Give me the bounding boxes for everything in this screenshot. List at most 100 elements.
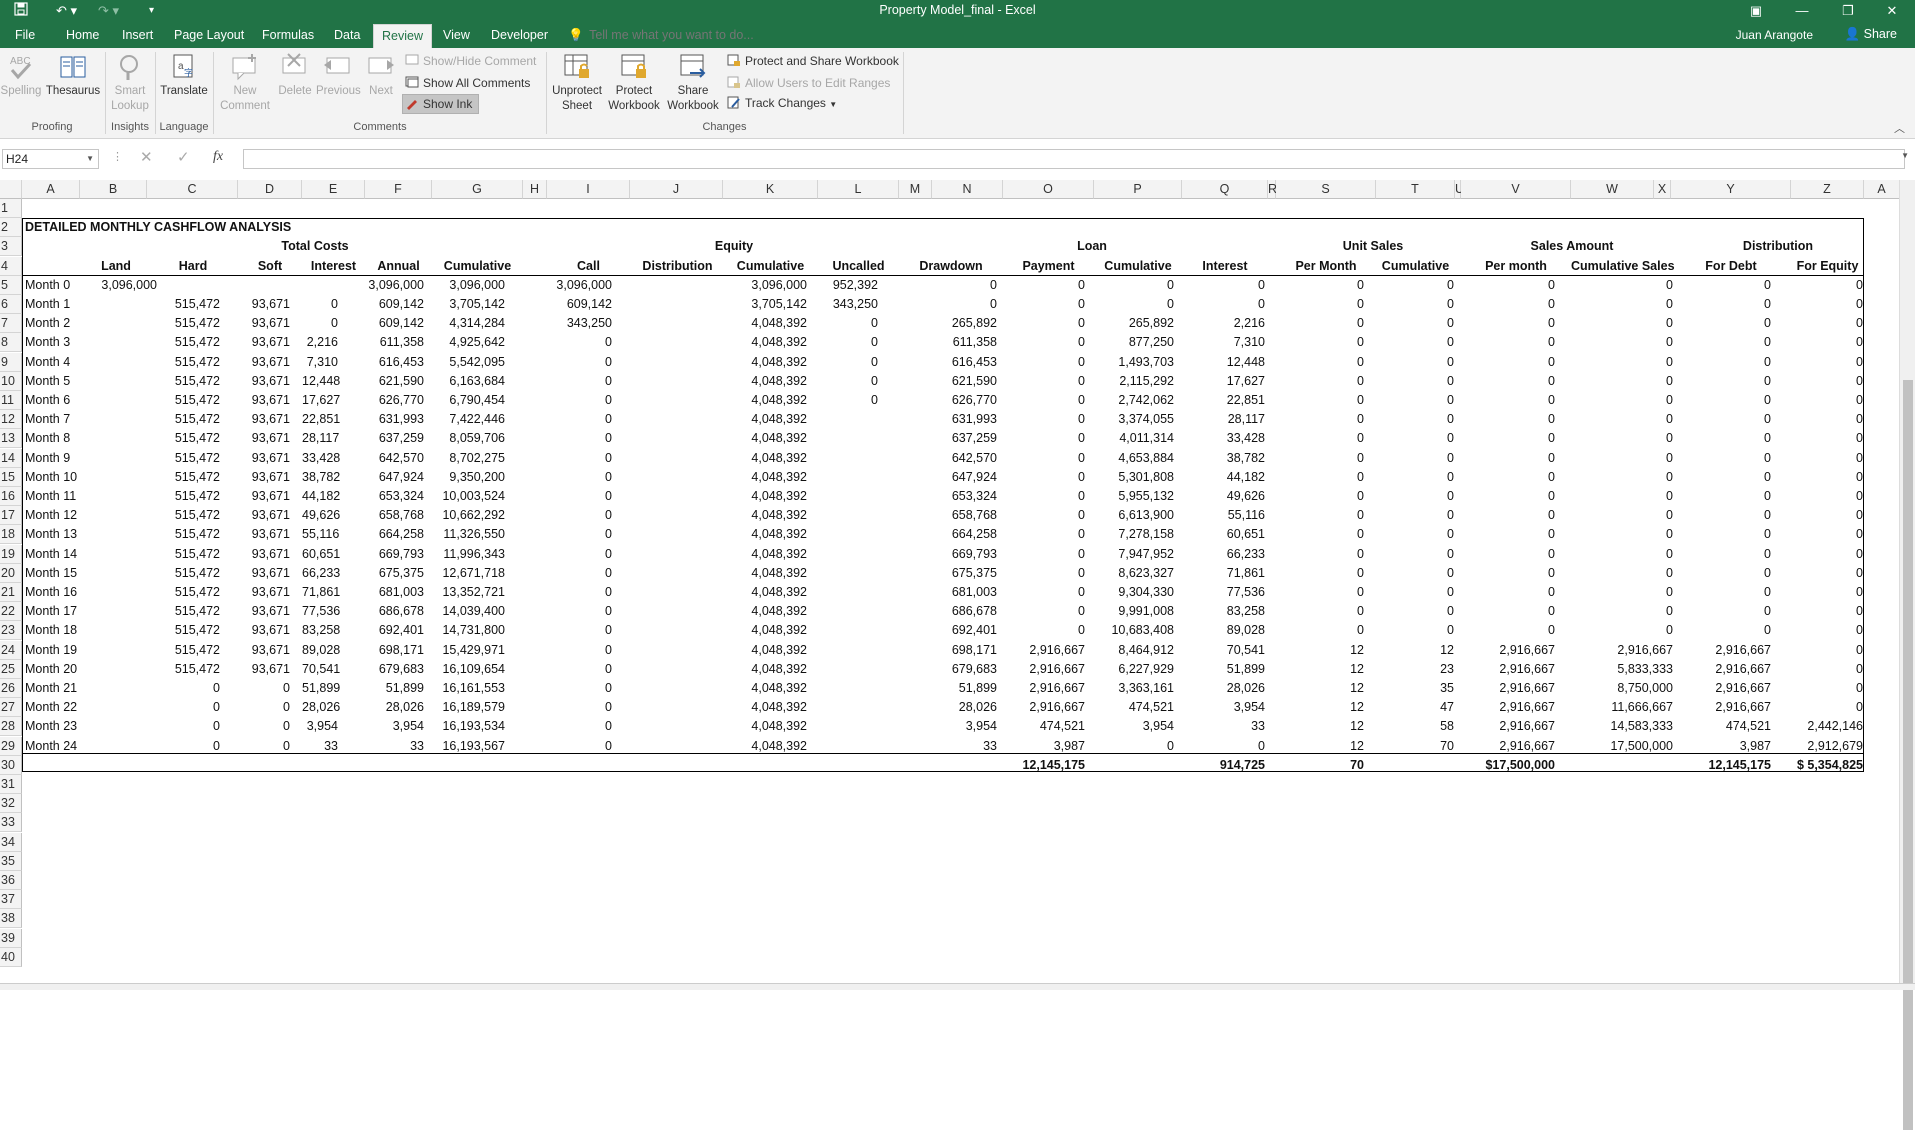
cell[interactable]: 609,142 [365,314,424,333]
cell[interactable]: 2,916,667 [1003,698,1085,717]
cell[interactable]: 93,671 [238,429,290,448]
cell[interactable]: 692,401 [365,621,424,640]
cell[interactable]: 0 [1461,353,1555,372]
thesaurus-button[interactable]: Thesaurus [45,52,101,99]
cell[interactable]: 2,916,667 [1003,641,1085,660]
worksheet-grid[interactable]: ABCDEFGHIJKLMNOPQRSTUVWXYZA 1 2 3 4 5 6 7 8 9 10 1… [0,180,1900,983]
cell[interactable]: 0 [547,468,612,487]
cell[interactable]: 4,048,392 [723,449,807,468]
cell[interactable]: 12 [1276,717,1364,736]
cell[interactable] [630,295,710,314]
cell[interactable]: 0 [547,679,612,698]
cell[interactable]: 0 [1003,314,1085,333]
column-label[interactable]: Payment [1003,257,1094,276]
total-interest[interactable]: 914,725 [1182,756,1265,775]
group-header[interactable]: Distribution [1686,237,1870,256]
cell[interactable]: 93,671 [238,602,290,621]
cell[interactable]: 83,258 [302,621,340,640]
cell[interactable]: 0 [1571,602,1673,621]
tab-formulas[interactable]: Formulas [254,22,322,48]
cell[interactable] [147,276,220,295]
cell[interactable]: 265,892 [1094,314,1174,333]
column-header[interactable]: Z [1791,180,1864,199]
cell[interactable]: 0 [1376,487,1454,506]
cell[interactable]: 0 [1791,468,1863,487]
column-label[interactable]: Per Month [1276,257,1376,276]
cell[interactable]: 0 [1571,583,1673,602]
cell[interactable]: 33 [1182,717,1265,736]
cell[interactable]: 89,028 [302,641,340,660]
cell[interactable]: 0 [1671,429,1771,448]
cell[interactable]: 474,521 [1094,698,1174,717]
cell[interactable]: 0 [1376,410,1454,429]
cell[interactable]: 0 [1003,295,1085,314]
cell[interactable]: 0 [1791,295,1863,314]
cell[interactable]: 4,048,392 [723,506,807,525]
cell[interactable]: 0 [1671,545,1771,564]
allow-edit-ranges-button[interactable]: Allow Users to Edit Ranges [725,74,890,92]
tab-file[interactable]: File [7,22,43,48]
vertical-scrollbar[interactable] [1899,180,1915,1130]
cell[interactable]: 609,142 [365,295,424,314]
cell[interactable]: 71,861 [1182,564,1265,583]
protect-workbook-button[interactable]: Protect Workbook [605,52,663,114]
cell[interactable]: 0 [1461,525,1555,544]
total-payment[interactable]: 12,145,175 [1003,756,1085,775]
cell[interactable]: 12 [1376,641,1454,660]
column-header[interactable]: R [1268,180,1277,199]
cell[interactable] [630,506,710,525]
column-label[interactable]: Interest [302,257,365,276]
cell[interactable]: 3,374,055 [1094,410,1174,429]
row-header[interactable]: 35 [0,851,22,871]
cell[interactable]: 0 [1571,487,1673,506]
cell[interactable]: 0 [547,353,612,372]
cell[interactable]: 0 [1461,410,1555,429]
cell[interactable]: 0 [1461,602,1555,621]
column-label[interactable]: Call [547,257,630,276]
cell[interactable]: 0 [1671,314,1771,333]
cell[interactable]: 343,250 [818,295,878,314]
cell[interactable]: 653,324 [899,487,997,506]
row-header[interactable]: 37 [0,890,22,910]
cell[interactable]: 0 [1461,449,1555,468]
row-header[interactable]: 40 [0,947,22,967]
column-label[interactable]: Land [80,257,152,276]
column-label[interactable]: For Equity [1791,257,1864,276]
scroll-thumb[interactable] [1903,380,1913,1130]
cell[interactable]: 0 [1276,487,1364,506]
column-header[interactable]: G [432,180,523,199]
cell[interactable]: 0 [1671,487,1771,506]
cell[interactable]: 3,954 [899,717,997,736]
cell[interactable]: 2,916,667 [1461,698,1555,717]
cell[interactable]: 12,671,718 [432,564,505,583]
column-label[interactable]: Cumulative [1094,257,1182,276]
cell[interactable]: 93,671 [238,564,290,583]
cell[interactable] [630,602,710,621]
cell[interactable]: 2,916,667 [1671,679,1771,698]
cell[interactable]: 515,472 [147,391,220,410]
cell[interactable] [818,525,878,544]
cell[interactable]: 0 [1671,468,1771,487]
column-header[interactable]: E [302,180,365,199]
cell[interactable]: 0 [1791,641,1863,660]
minimize-icon[interactable]: — [1779,0,1825,22]
cell[interactable]: 0 [1461,372,1555,391]
cell[interactable]: 0 [547,698,612,717]
row-header[interactable]: 26 [0,679,22,698]
smart-lookup-button[interactable]: Smart Lookup [108,52,152,114]
row-header[interactable]: 27 [0,698,22,718]
cell[interactable]: 0 [1182,295,1265,314]
cell[interactable]: 93,671 [238,621,290,640]
cell[interactable]: 0 [1791,602,1863,621]
cell[interactable] [818,468,878,487]
cell[interactable]: 0 [1791,276,1863,295]
cell[interactable]: 0 [1461,391,1555,410]
cell[interactable] [630,679,710,698]
cell[interactable] [630,698,710,717]
cell[interactable] [630,276,710,295]
column-label[interactable]: Uncalled [818,257,899,276]
cell[interactable]: 515,472 [147,525,220,544]
column-header[interactable]: A [1864,180,1900,199]
cell[interactable]: 515,472 [147,641,220,660]
cell[interactable]: 93,671 [238,372,290,391]
